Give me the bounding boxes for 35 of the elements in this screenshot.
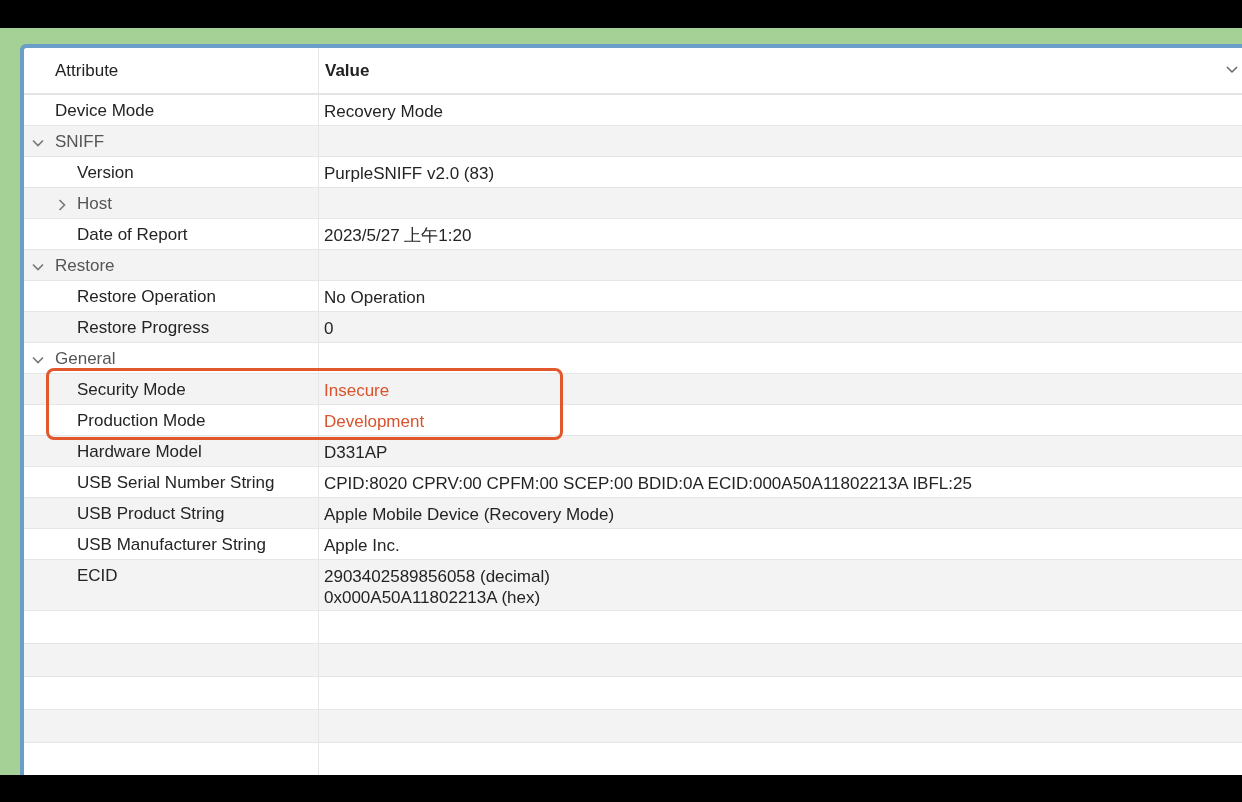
attribute-value: 2023/5/27 上午1:20 <box>324 226 472 245</box>
group-label: General <box>55 349 116 369</box>
attribute-name: Restore Operation <box>77 287 216 307</box>
group-label: SNIFF <box>55 132 105 152</box>
chevron-down-icon[interactable] <box>32 261 44 273</box>
attribute-name: Production Mode <box>77 411 206 431</box>
attribute-name: USB Product String <box>77 504 225 524</box>
chevron-down-icon[interactable] <box>32 137 44 149</box>
attribute-value: No Operation <box>324 288 426 307</box>
attribute-name: Date of Report <box>77 225 188 245</box>
attribute-value: Apple Inc. <box>324 536 400 555</box>
attribute-value: Apple Mobile Device (Recovery Mode) <box>324 505 615 524</box>
chevron-down-icon[interactable] <box>1226 66 1238 74</box>
attribute-name: Device Mode <box>55 101 155 121</box>
attribute-name: Restore Progress <box>77 318 210 338</box>
attribute-name: USB Serial Number String <box>77 473 275 493</box>
attribute-value: Development <box>324 412 425 431</box>
attribute-name: USB Manufacturer String <box>77 535 266 555</box>
attribute-value: PurpleSNIFF v2.0 (83) <box>324 164 495 183</box>
column-header[interactable]: Attribute <box>55 60 119 81</box>
chevron-right-icon[interactable] <box>56 199 68 211</box>
attribute-value: 0 <box>324 319 334 338</box>
group-label: Host <box>77 194 112 214</box>
attribute-name: Security Mode <box>77 380 186 400</box>
attribute-value: Insecure <box>324 381 390 400</box>
attribute-name: ECID <box>77 566 118 586</box>
attribute-value: D331AP <box>324 443 388 462</box>
attribute-value: Recovery Mode <box>324 102 444 121</box>
column-header[interactable]: Value <box>325 60 370 81</box>
attribute-name: Version <box>77 163 134 183</box>
chevron-down-icon[interactable] <box>32 354 44 366</box>
group-label: Restore <box>55 256 115 276</box>
attribute-name: Hardware Model <box>77 442 202 462</box>
attribute-value: CPID:8020 CPRV:00 CPFM:00 SCEP:00 BDID:0A ECID:000A50A11802213A IBFL:25 <box>324 474 972 493</box>
attribute-value: 2903402589856058 (decimal) 0x000A50A11802213A (hex) <box>324 567 550 607</box>
